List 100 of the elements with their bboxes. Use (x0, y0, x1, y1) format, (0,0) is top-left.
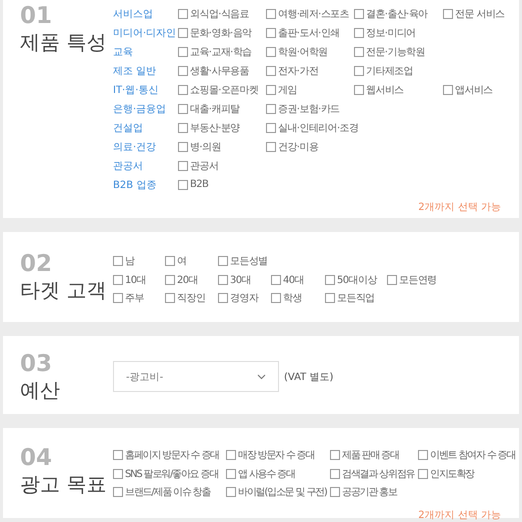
checkbox[interactable] (266, 84, 276, 94)
checkbox-label[interactable]: 매장 방문자 수 증대 (238, 448, 314, 462)
checkbox-label[interactable]: 부동산·분양 (190, 120, 240, 134)
checkbox-label[interactable]: 앱서비스 (455, 82, 493, 96)
checkbox[interactable] (266, 46, 276, 56)
checkbox-label[interactable]: 실내·인테리어·조경 (278, 120, 358, 134)
checkbox-label[interactable]: 전문 서비스 (455, 6, 505, 20)
checkbox[interactable] (387, 274, 397, 285)
checkbox-label[interactable]: 40대 (283, 272, 304, 287)
checkbox-label[interactable]: 생활·사무용품 (190, 64, 249, 78)
checkbox[interactable] (178, 28, 188, 38)
checkbox-label[interactable]: 대출·캐피탈 (190, 102, 240, 116)
checkbox[interactable] (354, 8, 364, 18)
budget-dropdown[interactable]: -광고비- (113, 361, 279, 392)
checkbox[interactable] (165, 274, 175, 285)
checkbox-label[interactable]: 앱 사용수 증대 (238, 466, 295, 481)
checkbox[interactable] (178, 104, 188, 114)
checkbox-label[interactable]: 홈페이지 방문자 수 증대 (125, 448, 219, 462)
checkbox[interactable] (271, 293, 281, 304)
checkbox[interactable] (325, 274, 335, 285)
checkbox-label[interactable]: 직장인 (177, 291, 206, 306)
checkbox[interactable] (113, 450, 123, 460)
checkbox-label[interactable]: 건강·미용 (278, 140, 318, 154)
checkbox-label[interactable]: 10대 (125, 272, 146, 287)
checkbox[interactable] (113, 293, 123, 304)
checkbox-label[interactable]: 검색결과 상위점유 (342, 466, 414, 481)
checkbox[interactable] (226, 450, 236, 460)
checkbox[interactable] (266, 8, 276, 18)
checkbox[interactable] (165, 256, 175, 266)
checkbox[interactable] (418, 450, 428, 460)
checkbox-label[interactable]: 교육·교재·학습 (190, 44, 252, 58)
checkbox-label[interactable]: 제품 판매 증대 (342, 448, 399, 462)
checkbox[interactable] (178, 66, 188, 76)
checkbox[interactable] (178, 46, 188, 56)
checkbox[interactable] (178, 8, 188, 18)
checkbox[interactable] (218, 256, 228, 266)
checkbox-label[interactable]: 쇼핑몰·오픈마켓 (190, 82, 258, 96)
checkbox-label[interactable]: 공공기관 홍보 (342, 485, 397, 500)
checkbox-label[interactable]: 50대이상 (337, 272, 377, 287)
checkbox[interactable] (178, 84, 188, 94)
checkbox-label[interactable]: 게임 (278, 82, 297, 96)
checkbox-label[interactable]: 인지도확장 (430, 466, 474, 481)
checkbox[interactable] (354, 66, 364, 76)
checkbox[interactable] (266, 66, 276, 76)
checkbox[interactable] (330, 450, 340, 460)
checkbox-label[interactable]: 웹서비스 (366, 82, 404, 96)
checkbox-label[interactable]: 30대 (230, 272, 251, 287)
checkbox[interactable] (113, 274, 123, 285)
checkbox[interactable] (178, 160, 188, 170)
checkbox-label[interactable]: 주부 (125, 291, 144, 306)
checkbox[interactable] (354, 46, 364, 56)
checkbox-label[interactable]: 여 (177, 254, 186, 268)
checkbox[interactable] (113, 487, 123, 498)
checkbox[interactable] (178, 142, 188, 152)
checkbox-label[interactable]: 전자·가전 (278, 64, 318, 78)
checkbox-label[interactable]: 모든연령 (399, 272, 437, 287)
checkbox-label[interactable]: 병·의원 (190, 140, 221, 154)
checkbox-label[interactable]: 여행·레저·스포츠 (278, 6, 349, 20)
checkbox-label[interactable]: 증권·보험·카드 (278, 102, 340, 116)
checkbox[interactable] (266, 28, 276, 38)
checkbox[interactable] (271, 274, 281, 285)
checkbox-label[interactable]: 바이럴(입소문 및 구전) (238, 485, 327, 500)
checkbox-label[interactable]: 학생 (283, 291, 302, 306)
checkbox-label[interactable]: 모든성별 (230, 254, 268, 268)
checkbox[interactable] (443, 8, 453, 18)
checkbox-label[interactable]: 출판·도서·인쇄 (278, 26, 340, 40)
checkbox-label[interactable]: 학원·어학원 (278, 44, 328, 58)
checkbox[interactable] (178, 180, 188, 190)
checkbox[interactable] (266, 122, 276, 132)
checkbox[interactable] (354, 84, 364, 94)
checkbox[interactable] (178, 122, 188, 132)
checkbox-label[interactable]: SNS 팔로워/좋아요 증대 (125, 466, 218, 481)
checkbox[interactable] (330, 468, 340, 479)
checkbox[interactable] (330, 487, 340, 498)
checkbox-label[interactable]: 모든직업 (337, 291, 375, 306)
checkbox[interactable] (113, 468, 123, 479)
checkbox-label[interactable]: 20대 (177, 272, 198, 287)
checkbox[interactable] (266, 104, 276, 114)
checkbox[interactable] (325, 293, 335, 304)
checkbox-label[interactable]: 관공서 (190, 158, 218, 172)
checkbox[interactable] (218, 274, 228, 285)
checkbox[interactable] (354, 28, 364, 38)
checkbox[interactable] (418, 468, 428, 479)
checkbox[interactable] (165, 293, 175, 304)
checkbox-label[interactable]: 경영자 (230, 291, 258, 306)
checkbox-label[interactable]: 문화·영화·음악 (190, 26, 252, 40)
checkbox-label[interactable]: 남 (125, 254, 134, 268)
checkbox-label[interactable]: 정보·미디어 (366, 26, 416, 40)
checkbox-label[interactable]: 브랜드/제품 이슈 창출 (125, 485, 210, 500)
checkbox-label[interactable]: B2B (190, 179, 208, 190)
checkbox-label[interactable]: 전문·기능학원 (366, 44, 425, 58)
checkbox[interactable] (226, 487, 236, 498)
checkbox[interactable] (443, 84, 453, 94)
checkbox-label[interactable]: 이벤트 참여자 수 증대 (430, 448, 516, 462)
checkbox[interactable] (266, 142, 276, 152)
checkbox-label[interactable]: 결혼·출산·육아 (366, 6, 428, 20)
checkbox[interactable] (113, 256, 123, 266)
checkbox[interactable] (226, 468, 236, 479)
checkbox-label[interactable]: 기타제조업 (366, 64, 414, 78)
checkbox-label[interactable]: 외식업·식음료 (190, 6, 249, 20)
